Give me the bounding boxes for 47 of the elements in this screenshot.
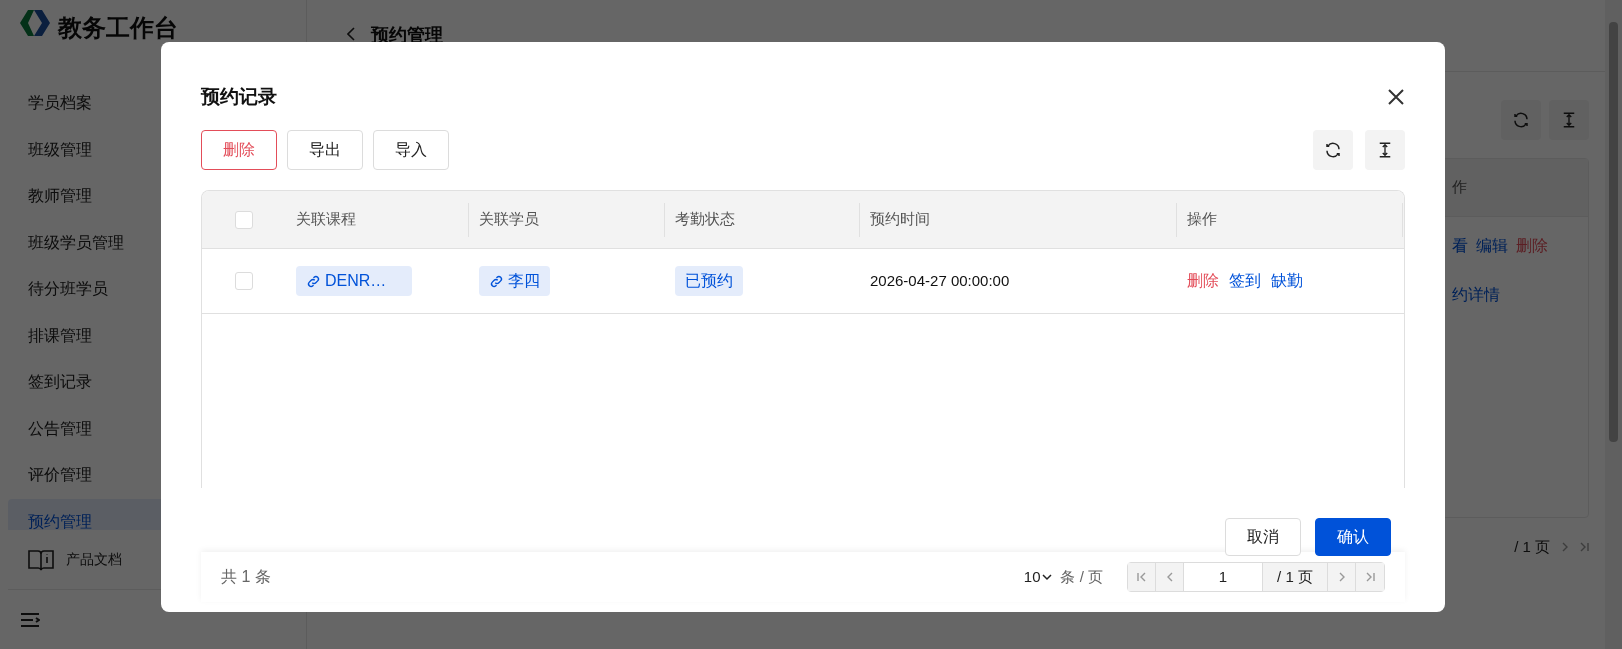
dialog-title: 预约记录: [201, 84, 277, 109]
link-icon: [489, 273, 504, 289]
refresh-icon: [1512, 111, 1530, 129]
docs-link[interactable]: 产品文档: [66, 549, 122, 570]
action-link[interactable]: 删除: [1187, 269, 1219, 293]
total-count: 共 1 条: [221, 567, 271, 587]
menu-icon[interactable]: [20, 611, 40, 628]
action-link[interactable]: 编辑: [1476, 234, 1508, 258]
table-cell: 2026-04-27 00:00:00: [870, 272, 1010, 289]
refresh-icon: [1324, 141, 1342, 159]
column-header: 关联学员: [479, 209, 539, 230]
logo-icon: [20, 10, 50, 36]
page-size-unit: 条 / 页: [1060, 566, 1103, 587]
last-page-icon: [1580, 542, 1589, 553]
next-page-icon: [1562, 542, 1568, 553]
toolbar-button[interactable]: 导入: [373, 130, 449, 170]
action-link[interactable]: 删除: [1516, 234, 1548, 258]
refresh-button[interactable]: [1313, 130, 1353, 170]
column-header: 作: [1452, 177, 1467, 198]
app-title: 教务工作台: [58, 13, 178, 43]
toolbar-button[interactable]: 删除: [201, 130, 277, 170]
column-header: 考勤状态: [675, 209, 735, 230]
close-icon[interactable]: [1387, 88, 1405, 106]
column-header: 关联课程: [296, 209, 356, 230]
action-link[interactable]: 看: [1452, 234, 1468, 258]
page-size-select[interactable]: 10: [1023, 565, 1053, 589]
refresh-button[interactable]: [1501, 100, 1541, 140]
checkbox[interactable]: [235, 272, 253, 290]
status-tag: 已预约: [675, 266, 743, 296]
action-link[interactable]: 约详情: [1452, 283, 1500, 307]
chevron-down-icon: [1042, 573, 1053, 581]
link-icon: [306, 273, 321, 289]
row-height-button[interactable]: [1549, 100, 1589, 140]
book-icon: [28, 547, 54, 572]
column-header: 预约时间: [870, 209, 930, 230]
action-link[interactable]: 签到: [1229, 269, 1261, 293]
student-tag[interactable]: 李四: [479, 266, 550, 296]
checkbox[interactable]: [235, 210, 253, 229]
footer-button[interactable]: 确认: [1315, 518, 1391, 556]
column-header: 操作: [1187, 209, 1217, 230]
course-tag[interactable]: DENR…: [296, 266, 412, 296]
back-icon[interactable]: [347, 27, 355, 41]
footer-button[interactable]: 取消: [1225, 518, 1301, 556]
toolbar-button[interactable]: 导出: [287, 130, 363, 170]
action-link[interactable]: 缺勤: [1271, 269, 1303, 293]
row-height-button[interactable]: [1365, 130, 1405, 170]
page-count: / 1 页: [1514, 537, 1550, 557]
